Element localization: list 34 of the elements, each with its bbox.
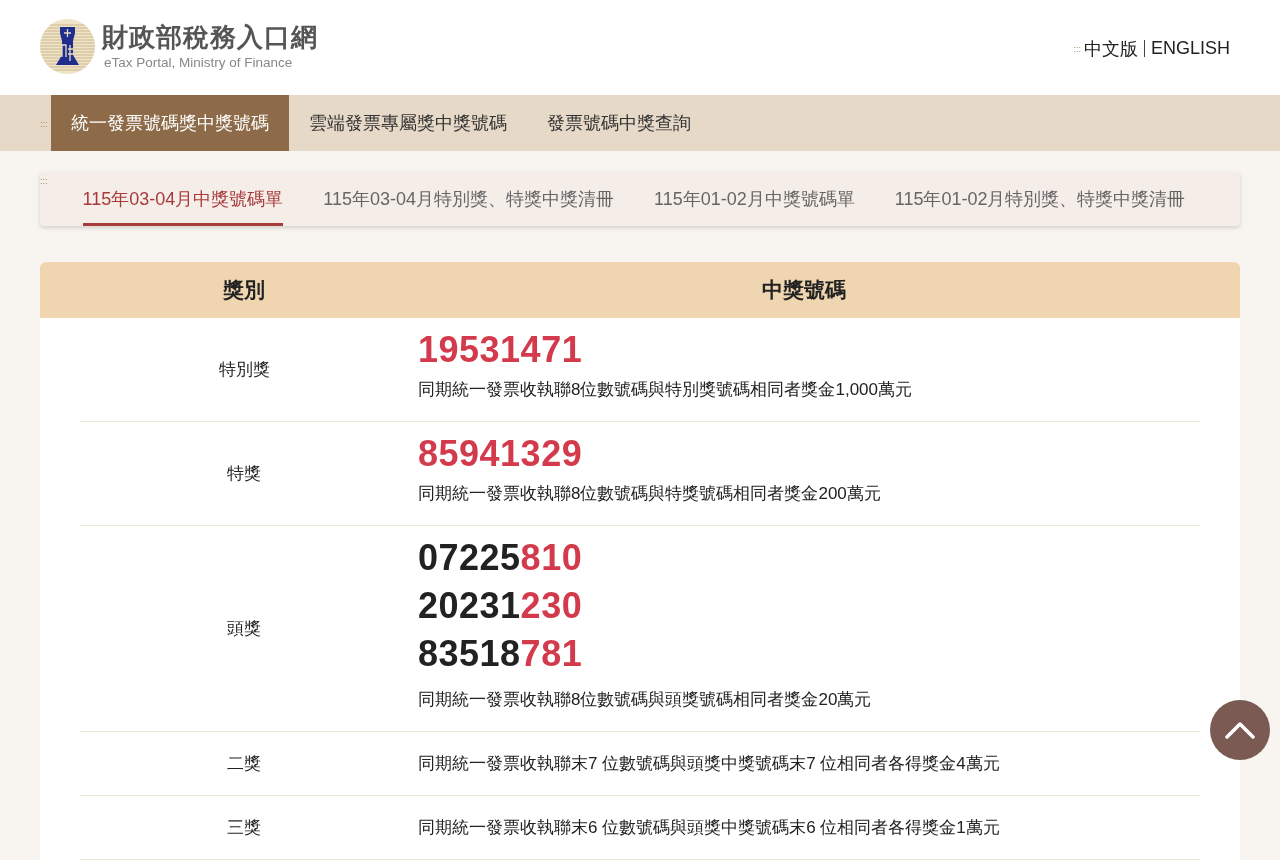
- prize-description: 同期統一發票收執聯末7 位數號碼與頭獎中獎號碼末7 位相同者各得獎金4萬元: [418, 753, 1000, 775]
- prize-description: 同期統一發票收執聯8位數號碼與特別獎號碼相同者獎金1,000萬元: [418, 379, 912, 401]
- language-link[interactable]: 中文版: [1083, 36, 1138, 61]
- prize-description: 同期統一發票收執聯末6 位數號碼與頭獎中獎號碼末6 位相同者各得獎金1萬元: [418, 817, 1000, 839]
- prize-description: 同期統一發票收執聯8位數號碼與頭獎號碼相同者獎金20萬元: [418, 689, 872, 711]
- winning-number: 19531471: [418, 328, 583, 372]
- prize-name: 二獎: [227, 753, 261, 775]
- winning-number: 20231230: [418, 584, 583, 628]
- chevron-up-icon: [1225, 721, 1255, 739]
- period-tab[interactable]: 115年03-04月特別獎、特獎中獎清冊: [303, 172, 634, 226]
- site-subtitle: eTax Portal, Ministry of Finance: [104, 54, 294, 71]
- nav-tab[interactable]: 統一發票號碼獎中獎號碼: [50, 95, 289, 151]
- prize-description: 同期統一發票收執聯8位數號碼與特獎號碼相同者獎金200萬元: [418, 483, 881, 505]
- winning-number: 07225810: [418, 536, 583, 580]
- period-tab[interactable]: 115年01-02月特別獎、特獎中獎清冊: [874, 172, 1206, 226]
- prize-name: 三獎: [227, 817, 261, 839]
- accesskey-marker[interactable]: :::: [1073, 43, 1081, 54]
- accesskey-marker[interactable]: :::: [40, 176, 48, 186]
- period-tab[interactable]: 115年03-04月中獎號碼單: [62, 172, 304, 226]
- prize-name: 特別獎: [218, 359, 270, 381]
- prize-name: 特獎: [227, 463, 261, 485]
- prize-name: 頭獎: [227, 618, 261, 640]
- scroll-to-top-button[interactable]: [1210, 700, 1270, 760]
- nav-tab[interactable]: 發票號碼中獎查詢: [526, 95, 711, 151]
- site-title: 財政部稅務入口網: [102, 22, 318, 54]
- accesskey-marker[interactable]: :::: [40, 119, 48, 129]
- winning-number: 83518781: [418, 632, 583, 676]
- column-header: 獎別: [223, 277, 265, 303]
- period-tab[interactable]: 115年01-02月中獎號碼單: [634, 172, 875, 226]
- column-header: 中獎號碼: [762, 277, 846, 303]
- nav-tab[interactable]: 雲端發票專屬獎中獎號碼: [288, 95, 527, 151]
- winning-number: 85941329: [418, 432, 583, 476]
- language-link[interactable]: ENGLISH: [1150, 38, 1230, 59]
- emblem-logo: [40, 19, 95, 74]
